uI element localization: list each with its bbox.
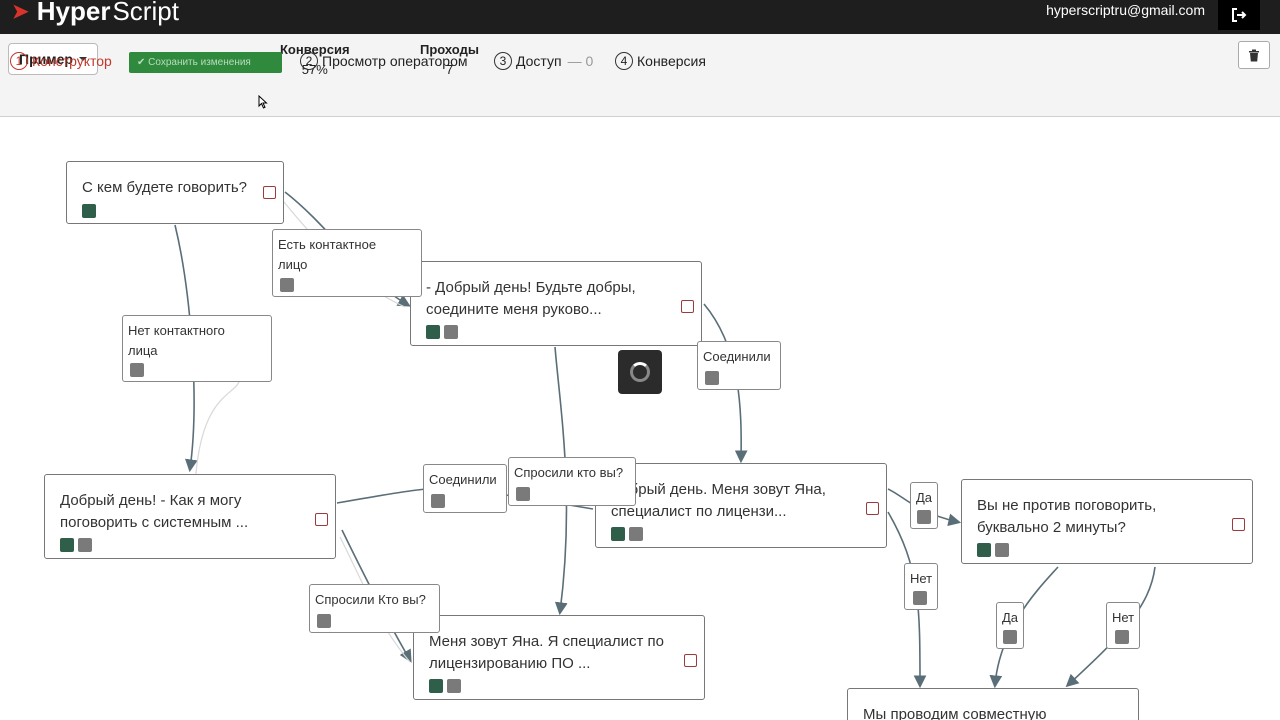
logo-arrow-icon: ➤ [12, 0, 29, 23]
step-conversion[interactable]: 4 Конверсия [615, 52, 706, 70]
trash-icon [1249, 49, 1259, 61]
user-email[interactable]: hyperscriptru@gmail.com [1046, 2, 1205, 18]
step-number: 4 [615, 52, 633, 70]
node-checkbox[interactable] [1232, 518, 1245, 531]
step-label: Конверсия [637, 53, 706, 69]
step-label: Конструктор [32, 53, 112, 69]
transition-gray-icon[interactable] [705, 371, 719, 385]
delete-button[interactable] [1238, 41, 1270, 69]
node-text: Вы не против поговорить, буквально 2 мин… [977, 497, 1157, 536]
mouse-cursor-icon [258, 95, 268, 109]
node-green-icon[interactable] [977, 543, 991, 557]
transition-text: Нет [910, 571, 933, 586]
transition-text: Соединили [703, 349, 771, 364]
transition-gray-icon[interactable] [516, 487, 530, 501]
top-navbar: ➤ Hyper Script hyperscriptru@gmail.com [0, 0, 1280, 34]
node-green-icon[interactable] [429, 679, 443, 693]
transition-text: Есть контактное лицо [278, 237, 377, 272]
transition-gray-icon[interactable] [431, 494, 445, 508]
transition-label[interactable]: Нет [1106, 602, 1140, 649]
transition-label[interactable]: Да [996, 602, 1024, 649]
transition-gray-icon[interactable] [1003, 630, 1017, 644]
step-access[interactable]: 3 Доступ — 0 [494, 52, 593, 70]
transition-text: Нет контактного лица [128, 323, 225, 358]
script-node[interactable]: С кем будете говорить? [66, 161, 284, 224]
node-checkbox[interactable] [866, 502, 879, 515]
connector [194, 376, 241, 488]
logo-text-script: Script [112, 0, 179, 26]
transition-text: Нет [1112, 610, 1135, 625]
transition-gray-icon[interactable] [917, 510, 931, 524]
access-count: — 0 [567, 53, 594, 69]
transition-label[interactable]: Есть контактное лицо [272, 229, 422, 297]
node-text: Меня зовут Яна. Я специалист по лицензир… [429, 633, 665, 672]
step-number: 3 [494, 52, 512, 70]
node-text: Мы проводим совместную [863, 706, 1047, 720]
node-gray-icon[interactable] [78, 538, 92, 552]
transition-text: Спросили Кто вы? [315, 592, 426, 607]
node-checkbox[interactable] [681, 300, 694, 313]
node-gray-icon[interactable] [447, 679, 461, 693]
transition-gray-icon[interactable] [1115, 630, 1129, 644]
node-green-icon[interactable] [82, 204, 96, 218]
script-node[interactable]: - Добрый день! Будьте добры, соедините м… [410, 261, 702, 346]
spinner-icon [630, 362, 650, 382]
node-green-icon[interactable] [60, 538, 74, 552]
node-green-icon[interactable] [426, 325, 440, 339]
script-node[interactable]: Добрый день! - Как я могу поговорить с с… [44, 474, 336, 559]
hyperscript-logo[interactable]: ➤ Hyper Script [12, 0, 179, 28]
save-changes-button[interactable]: ✔ Сохранить изменения [129, 52, 282, 73]
transition-label[interactable]: Да [910, 482, 938, 529]
transition-label[interactable]: Соединили [423, 464, 507, 513]
node-gray-icon[interactable] [995, 543, 1009, 557]
logout-button[interactable] [1218, 0, 1260, 30]
transition-label[interactable]: Нет [904, 563, 938, 610]
transition-label[interactable]: Нет контактного лица [122, 315, 272, 382]
node-text: Добрый день. Меня зовут Яна, специалист … [611, 481, 826, 520]
transition-label[interactable]: Спросили Кто вы? [309, 584, 440, 633]
script-node[interactable]: Мы проводим совместную [847, 688, 1139, 720]
node-gray-icon[interactable] [629, 527, 643, 541]
transition-label[interactable]: Соединили [697, 341, 781, 390]
node-checkbox[interactable] [315, 513, 328, 526]
node-text: - Добрый день! Будьте добры, соедините м… [426, 279, 636, 318]
transition-text: Да [1002, 610, 1019, 625]
logo-text-hyper: Hyper [36, 0, 111, 26]
transition-gray-icon[interactable] [913, 591, 927, 605]
node-gray-icon[interactable] [444, 325, 458, 339]
node-text: Добрый день! - Как я могу поговорить с с… [60, 492, 249, 531]
step-number: 1 [10, 52, 28, 70]
transition-text: Да [916, 490, 933, 505]
transition-gray-icon[interactable] [280, 278, 294, 292]
script-node[interactable]: Вы не против поговорить, буквально 2 мин… [961, 479, 1253, 564]
node-checkbox[interactable] [684, 654, 697, 667]
toolbar: Пример Конверсия 57% Проходы 7 [0, 34, 1280, 117]
logout-icon [1232, 8, 1247, 22]
transition-label[interactable]: Спросили кто вы? [508, 457, 636, 506]
step-label: Доступ [516, 53, 562, 69]
script-node[interactable]: Добрый день. Меня зовут Яна, специалист … [595, 463, 887, 548]
loading-spinner [618, 350, 662, 394]
script-node[interactable]: Меня зовут Яна. Я специалист по лицензир… [413, 615, 705, 700]
node-green-icon[interactable] [611, 527, 625, 541]
connector [336, 488, 431, 504]
transition-text: Спросили кто вы? [514, 465, 624, 480]
node-checkbox[interactable] [263, 186, 276, 199]
flow-canvas[interactable]: С кем будете говорить? - Добрый день! Бу… [0, 117, 1280, 720]
step-operator-view[interactable]: 2 Просмотр оператором [300, 52, 467, 70]
step-constructor[interactable]: 1 Конструктор [10, 52, 112, 70]
transition-gray-icon[interactable] [317, 614, 331, 628]
step-number: 2 [300, 52, 318, 70]
node-text: С кем будете говорить? [82, 179, 247, 196]
transition-gray-icon[interactable] [130, 363, 144, 377]
step-label: Просмотр оператором [322, 53, 468, 69]
transition-text: Соединили [429, 472, 497, 487]
